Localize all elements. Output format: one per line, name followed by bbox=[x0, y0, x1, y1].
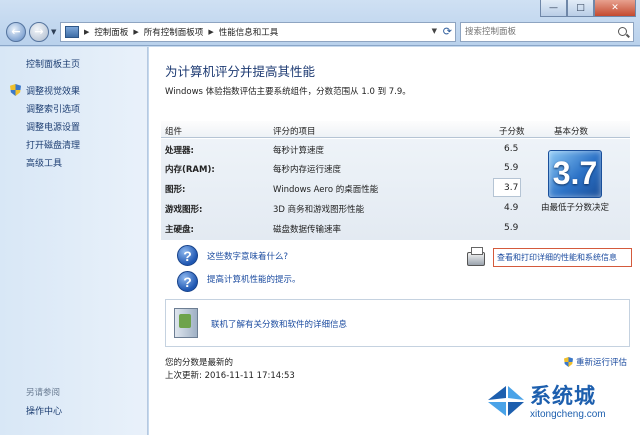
what-mean-link[interactable]: 这些数字意味着什么? bbox=[207, 250, 288, 262]
sidebar-item-power[interactable]: 调整电源设置 bbox=[10, 117, 80, 135]
score-status-text: 您的分数是最新的 bbox=[165, 358, 234, 368]
back-button[interactable]: ← bbox=[6, 22, 26, 42]
header-rated-item: 评分的项目 bbox=[273, 127, 316, 137]
print-details-link[interactable]: 查看和打印详细的性能和系统信息 bbox=[493, 248, 632, 267]
performance-tips-link[interactable]: 提高计算机性能的提示。 bbox=[207, 273, 301, 285]
header-base-score: 基本分数 bbox=[554, 127, 589, 137]
watermark-logo-icon bbox=[488, 386, 524, 416]
search-box[interactable] bbox=[460, 22, 634, 42]
sidebar-item-label: 打开磁盘清理 bbox=[26, 140, 81, 151]
header-subscore: 子分数 bbox=[499, 127, 525, 137]
score-table-header: 组件 评分的项目 子分数 基本分数 bbox=[161, 121, 630, 138]
score-table-body: 处理器: 每秒计算速度 6.5 内存(RAM): 每秒内存运行速度 5.9 图形… bbox=[161, 139, 630, 240]
sidebar-item-visual-effects[interactable]: 调整视觉效果 bbox=[10, 81, 80, 99]
breadcrumb-all-items[interactable]: 所有控制面板项 bbox=[144, 26, 204, 38]
row-description: 每秒内存运行速度 bbox=[273, 165, 342, 175]
refresh-icon[interactable]: ⟳ bbox=[443, 25, 452, 38]
row-subscore: 6.5 bbox=[504, 144, 519, 154]
action-center-link[interactable]: 操作中心 bbox=[26, 404, 62, 417]
sidebar-item-label: 调整索引选项 bbox=[26, 104, 81, 115]
printer-icon bbox=[467, 247, 485, 266]
watermark-url: xitongcheng.com bbox=[530, 409, 606, 420]
rerun-label: 重新运行评估 bbox=[576, 358, 628, 368]
table-row: 主硬盘: 磁盘数据传输速率 5.9 bbox=[161, 218, 518, 237]
row-component: 内存(RAM): bbox=[165, 165, 215, 175]
page-subtitle: Windows 体验指数评估主要系统组件，分数范围从 1.0 到 7.9。 bbox=[165, 87, 411, 97]
table-row: 游戏图形: 3D 商务和游戏图形性能 4.9 bbox=[161, 198, 518, 217]
recent-pages-chevron-down-icon[interactable]: ▼ bbox=[51, 28, 56, 36]
title-bar: ← → ▼ ▶ 控制面板 ▶ 所有控制面板项 ▶ 性能信息和工具 ▼ ⟳ — □… bbox=[0, 0, 640, 46]
row-subscore: 3.7 bbox=[504, 183, 519, 193]
window-controls: — □ ✕ bbox=[540, 0, 636, 17]
watermark-brand: 系统城 bbox=[530, 384, 596, 408]
row-component: 游戏图形: bbox=[165, 205, 203, 215]
sidebar: 控制面板主页 调整视觉效果 调整索引选项 调整电源设置 打开磁盘清理 高级工具 … bbox=[0, 47, 148, 435]
main-content: 为计算机评分并提高其性能 Windows 体验指数评估主要系统组件，分数范围从 … bbox=[149, 47, 640, 435]
base-score-value: 3.7 bbox=[552, 155, 598, 191]
sidebar-item-label: 高级工具 bbox=[26, 158, 63, 169]
base-score-tile: 3.7 bbox=[548, 150, 602, 198]
search-input[interactable] bbox=[461, 23, 611, 41]
search-icon[interactable] bbox=[618, 27, 627, 36]
row-subscore: 5.9 bbox=[504, 163, 519, 173]
sidebar-home-link[interactable]: 控制面板主页 bbox=[26, 57, 80, 70]
row-subscore: 5.9 bbox=[504, 223, 519, 233]
row-component: 主硬盘: bbox=[165, 225, 194, 235]
shield-icon bbox=[10, 84, 21, 96]
control-panel-icon bbox=[65, 26, 79, 38]
arrow-left-icon: ← bbox=[11, 25, 21, 38]
page-title: 为计算机评分并提高其性能 bbox=[165, 64, 316, 79]
address-dropdown-chevron-down-icon[interactable]: ▼ bbox=[432, 27, 437, 35]
breadcrumb-control-panel[interactable]: 控制面板 bbox=[94, 26, 128, 38]
sidebar-item-indexing[interactable]: 调整索引选项 bbox=[10, 99, 80, 117]
sidebar-item-label: 调整电源设置 bbox=[26, 122, 81, 133]
learn-more-link[interactable]: 联机了解有关分数和软件的详细信息 bbox=[211, 318, 347, 330]
header-component: 组件 bbox=[165, 127, 183, 137]
shield-icon bbox=[564, 357, 573, 367]
watermark: 系统城 xitongcheng.com bbox=[478, 378, 640, 435]
arrow-right-icon: → bbox=[34, 25, 44, 38]
row-description: 3D 商务和游戏图形性能 bbox=[273, 205, 365, 215]
learn-more-box[interactable]: 联机了解有关分数和软件的详细信息 bbox=[165, 299, 630, 347]
row-component: 处理器: bbox=[165, 146, 194, 156]
row-subscore: 4.9 bbox=[504, 203, 519, 213]
table-row: 处理器: 每秒计算速度 6.5 bbox=[161, 139, 518, 158]
table-row: 图形: Windows Aero 的桌面性能 3.7 bbox=[161, 178, 521, 197]
close-button[interactable]: ✕ bbox=[594, 0, 636, 17]
sidebar-item-advanced-tools[interactable]: 高级工具 bbox=[10, 153, 80, 171]
address-bar[interactable]: ▶ 控制面板 ▶ 所有控制面板项 ▶ 性能信息和工具 ▼ ⟳ bbox=[60, 22, 456, 42]
row-description: 每秒计算速度 bbox=[273, 146, 325, 156]
software-info-icon bbox=[174, 308, 198, 338]
sidebar-item-label: 调整视觉效果 bbox=[26, 86, 81, 97]
row-description: Windows Aero 的桌面性能 bbox=[273, 185, 379, 195]
see-also-heading: 另请参阅 bbox=[26, 388, 61, 398]
base-score-caption: 由最低子分数决定 bbox=[540, 203, 609, 213]
chevron-right-icon[interactable]: ▶ bbox=[84, 28, 89, 36]
breadcrumb-performance[interactable]: 性能信息和工具 bbox=[219, 26, 279, 38]
sidebar-item-disk-cleanup[interactable]: 打开磁盘清理 bbox=[10, 135, 80, 153]
help-icon[interactable]: ? bbox=[177, 245, 198, 266]
help-icon[interactable]: ? bbox=[177, 271, 198, 292]
rerun-assessment-link[interactable]: 重新运行评估 bbox=[564, 356, 627, 368]
table-row: 内存(RAM): 每秒内存运行速度 5.9 bbox=[161, 158, 518, 177]
chevron-right-icon[interactable]: ▶ bbox=[133, 28, 138, 36]
forward-button[interactable]: → bbox=[29, 22, 49, 42]
row-description: 磁盘数据传输速率 bbox=[273, 225, 342, 235]
maximize-button[interactable]: □ bbox=[567, 0, 594, 17]
row-component: 图形: bbox=[165, 185, 186, 195]
chevron-right-icon[interactable]: ▶ bbox=[208, 28, 213, 36]
sidebar-task-list: 调整视觉效果 调整索引选项 调整电源设置 打开磁盘清理 高级工具 bbox=[10, 81, 80, 171]
minimize-button[interactable]: — bbox=[540, 0, 567, 17]
last-update-text: 上次更新: 2016-11-11 17:14:53 bbox=[165, 371, 295, 381]
